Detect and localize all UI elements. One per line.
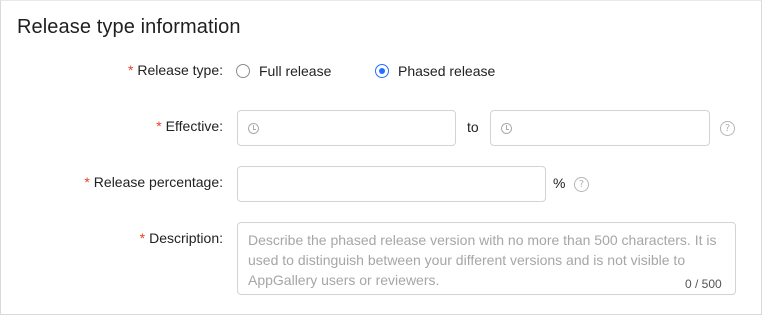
percent-unit: % [553, 175, 566, 191]
effective-start-input[interactable] [237, 110, 456, 146]
clock-icon [501, 123, 512, 134]
section-title: Release type information [17, 16, 241, 38]
release-percentage-label: * Release percentage: [84, 174, 223, 190]
clock-icon [248, 123, 259, 134]
radio-full-release[interactable]: Full release [236, 63, 331, 79]
radio-full-release-label: Full release [259, 63, 332, 79]
radio-circle[interactable] [236, 64, 250, 78]
description-label-text: Description: [149, 230, 223, 246]
percentage-help-icon[interactable]: ? [574, 177, 589, 192]
required-mark: * [139, 230, 146, 246]
effective-end-input[interactable] [490, 110, 710, 146]
radio-phased-release-label: Phased release [398, 63, 496, 79]
release-percentage-label-text: Release percentage: [93, 174, 223, 190]
release-type-panel: Release type information * Release type: … [0, 0, 762, 315]
required-mark: * [127, 62, 134, 78]
effective-help-icon[interactable]: ? [720, 121, 735, 136]
required-mark: * [84, 174, 90, 190]
character-counter: 0 / 500 [685, 277, 722, 291]
release-type-label-text: Release type: [137, 62, 223, 78]
radio-phased-release[interactable]: Phased release [375, 63, 495, 79]
effective-label-text: Effective: [165, 118, 223, 134]
range-separator: to [467, 119, 479, 135]
release-type-label: * Release type: [128, 62, 223, 78]
required-mark: * [156, 118, 162, 134]
radio-circle-checked[interactable] [375, 64, 389, 78]
description-label: * Description: [140, 230, 223, 246]
effective-label: * Effective: [156, 118, 223, 134]
description-textarea[interactable] [237, 222, 736, 295]
release-percentage-input[interactable] [237, 166, 546, 202]
